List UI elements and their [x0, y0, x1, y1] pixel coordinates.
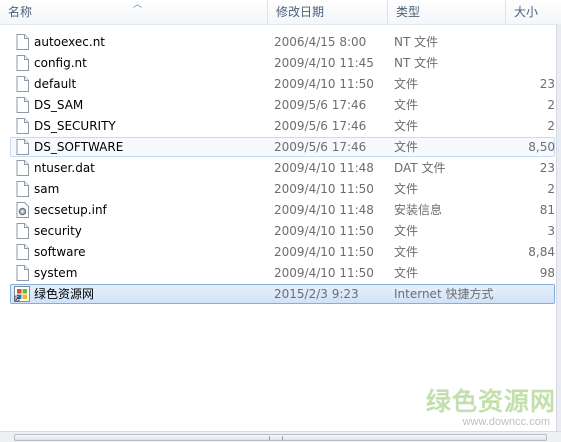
file-date: 2009/4/10 11:50: [274, 77, 374, 91]
vertical-scrollbar[interactable]: [556, 24, 561, 431]
file-name: config.nt: [34, 56, 87, 70]
column-header-size[interactable]: 大小: [505, 0, 556, 24]
file-date: 2009/5/6 17:46: [274, 119, 367, 133]
file-row[interactable]: software 2009/4/10 11:50 文件 8,84: [10, 242, 555, 262]
file-name: DS_SAM: [34, 98, 84, 112]
file-type: NT 文件: [394, 35, 439, 49]
file-type: 文件: [394, 245, 419, 259]
file-date: 2009/4/10 11:50: [274, 266, 374, 280]
file-type: 文件: [394, 182, 419, 196]
file-date: 2009/4/10 11:48: [274, 161, 374, 175]
file-type: 文件: [394, 119, 419, 133]
file-icon: [16, 34, 29, 50]
file-size: 23: [539, 161, 555, 175]
file-size: [509, 33, 555, 51]
file-icon: [16, 97, 29, 113]
file-name: DS_SECURITY: [34, 119, 116, 133]
file-name: default: [34, 77, 77, 91]
file-type: 文件: [394, 224, 419, 238]
column-header-size-label: 大小: [514, 5, 539, 19]
file-size: 2: [547, 119, 555, 133]
file-icon: [16, 55, 29, 71]
file-date: 2009/4/10 11:48: [274, 203, 374, 217]
column-header-bar: 名称 ︿ 修改日期 类型 大小: [0, 0, 561, 25]
file-size: 3: [547, 224, 555, 238]
file-icon: [16, 118, 29, 134]
file-row[interactable]: config.nt 2009/4/10 11:45 NT 文件: [10, 53, 555, 73]
file-icon: [16, 181, 29, 197]
file-date: 2015/2/3 9:23: [274, 287, 359, 301]
sort-up-icon: ︿: [133, 0, 143, 10]
file-name: security: [34, 224, 82, 238]
file-icon: [16, 244, 29, 260]
file-icon: [16, 265, 29, 281]
file-icon: [16, 76, 29, 92]
file-size: 98: [539, 266, 555, 280]
file-row[interactable]: DS_SAM 2009/5/6 17:46 文件 2: [10, 95, 555, 115]
file-date: 2009/4/10 11:45: [274, 56, 374, 70]
file-type: 安装信息: [394, 203, 443, 217]
scroll-grip-icon: [269, 436, 283, 440]
file-date: 2009/5/6 17:46: [274, 98, 367, 112]
file-type: DAT 文件: [394, 161, 446, 175]
file-name: secsetup.inf: [34, 203, 107, 217]
watermark-logo-text: 绿色资源网: [426, 387, 557, 416]
file-size: [509, 54, 555, 72]
file-type: NT 文件: [394, 56, 439, 70]
setup-info-icon: [16, 202, 29, 218]
file-icon: [16, 139, 29, 155]
file-row[interactable]: DS_SECURITY 2009/5/6 17:46 文件 2: [10, 116, 555, 136]
watermark: 绿色资源网 www.downcc.com: [426, 387, 557, 429]
file-size: 23: [539, 77, 555, 91]
file-type: 文件: [394, 98, 419, 112]
file-icon: [16, 160, 29, 176]
column-header-date-label: 修改日期: [276, 5, 325, 19]
file-name: DS_SOFTWARE: [34, 140, 124, 154]
internet-shortcut-icon: [14, 286, 30, 302]
file-date: 2009/4/10 11:50: [274, 245, 374, 259]
file-name: system: [34, 266, 78, 280]
column-header-type[interactable]: 类型: [387, 0, 505, 24]
file-type: 文件: [394, 140, 419, 154]
file-name: ntuser.dat: [34, 161, 95, 175]
file-row[interactable]: DS_SOFTWARE 2009/5/6 17:46 文件 8,50: [10, 137, 555, 157]
file-size: 2: [547, 98, 555, 112]
file-size: 2: [547, 182, 555, 196]
column-header-type-label: 类型: [396, 5, 421, 19]
column-header-date[interactable]: 修改日期: [267, 0, 387, 24]
file-row[interactable]: system 2009/4/10 11:50 文件 98: [10, 263, 555, 283]
file-date: 2009/5/6 17:46: [274, 140, 367, 154]
file-type: 文件: [394, 266, 419, 280]
file-row[interactable]: security 2009/4/10 11:50 文件 3: [10, 221, 555, 241]
file-row[interactable]: default 2009/4/10 11:50 文件 23: [10, 74, 555, 94]
file-date: 2009/4/10 11:50: [274, 182, 374, 196]
file-row[interactable]: ntuser.dat 2009/4/10 11:48 DAT 文件 23: [10, 158, 555, 178]
file-date: 2009/4/10 11:50: [274, 224, 374, 238]
file-name: software: [34, 245, 86, 259]
horizontal-scrollbar-thumb[interactable]: [14, 434, 547, 441]
column-header-name-label: 名称: [8, 5, 33, 19]
file-date: 2006/4/15 8:00: [274, 35, 367, 49]
file-name: autoexec.nt: [34, 35, 106, 49]
file-size: 8,84: [528, 245, 555, 259]
file-size: 81: [539, 203, 555, 217]
file-icon: [16, 223, 29, 239]
file-size: [509, 285, 555, 303]
file-type: Internet 快捷方式: [394, 287, 494, 301]
file-type: 文件: [394, 77, 419, 91]
horizontal-scrollbar[interactable]: [0, 431, 561, 442]
file-size: 8,50: [528, 140, 555, 154]
watermark-url: www.downcc.com: [462, 416, 550, 428]
file-row[interactable]: secsetup.inf 2009/4/10 11:48 安装信息 81: [10, 200, 555, 220]
file-row[interactable]: sam 2009/4/10 11:50 文件 2: [10, 179, 555, 199]
file-row[interactable]: autoexec.nt 2006/4/15 8:00 NT 文件: [10, 32, 555, 52]
file-name: 绿色资源网: [34, 287, 95, 301]
file-row[interactable]: 绿色资源网 2015/2/3 9:23 Internet 快捷方式: [10, 284, 555, 304]
file-name: sam: [34, 182, 60, 196]
